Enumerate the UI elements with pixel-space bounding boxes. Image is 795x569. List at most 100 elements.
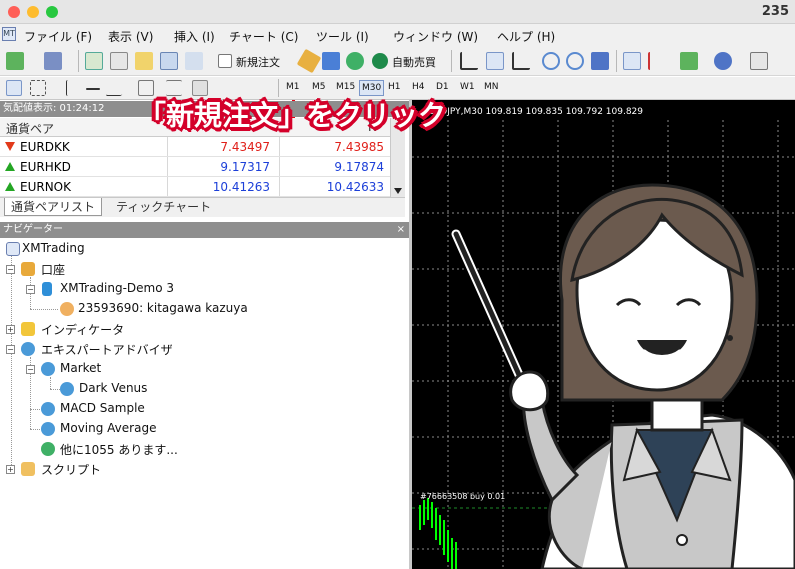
terminal-icon[interactable] (160, 52, 178, 70)
collapse-icon[interactable]: − (26, 365, 35, 374)
timeframe-d1[interactable]: D1 (436, 82, 449, 92)
timeframe-h1[interactable]: H1 (388, 82, 401, 92)
expert-icon (41, 402, 55, 416)
market-folder-icon (41, 362, 55, 376)
new-chart-icon[interactable] (6, 52, 24, 70)
menu-view[interactable]: 表示 (V) (108, 28, 153, 45)
bar-chart-icon[interactable] (460, 52, 478, 70)
tree-line (50, 389, 60, 390)
tile-windows-icon[interactable] (591, 52, 609, 70)
accounts-icon (21, 262, 35, 276)
tab-tick-chart[interactable]: ティックチャート (110, 198, 217, 216)
auto-trading-button[interactable]: 自動売買 (392, 54, 436, 70)
toolbar-separator (78, 50, 79, 72)
new-order-button-label[interactable]: 新規注文 (236, 54, 280, 70)
templates-icon[interactable] (750, 52, 768, 70)
tree-line (30, 309, 58, 310)
tree-line (50, 377, 51, 389)
timeframe-w1[interactable]: W1 (460, 82, 475, 92)
collapse-icon[interactable]: − (26, 285, 35, 294)
nav-indicators[interactable]: インディケータ (41, 321, 124, 338)
community-icon[interactable] (346, 52, 364, 70)
nav-server[interactable]: XMTrading-Demo 3 (60, 281, 174, 295)
indicators-icon (21, 322, 35, 336)
market-watch-row[interactable]: EURHKD 9.17317 9.17874 (0, 157, 405, 177)
timeframe-m15[interactable]: M15 (336, 82, 355, 92)
tree-line (30, 409, 40, 410)
menu-help[interactable]: ヘルプ (H) (497, 28, 555, 45)
close-window-button[interactable] (8, 6, 20, 18)
timeframe-m1[interactable]: M1 (286, 82, 300, 92)
menu-bar: MT ファイル (F) 表示 (V) 挿入 (I) チャート (C) ツール (… (0, 24, 795, 46)
tree-line (11, 256, 12, 469)
nav-market[interactable]: Market (60, 361, 101, 375)
expert-icon (41, 422, 55, 436)
indicators-icon[interactable] (680, 52, 698, 70)
server-icon (42, 282, 52, 296)
nav-more[interactable]: 他に1055 あります... (60, 441, 178, 458)
expand-icon[interactable]: + (6, 325, 15, 334)
menu-insert[interactable]: 挿入 (I) (174, 28, 215, 45)
candlestick-chart-icon[interactable] (486, 52, 504, 70)
expand-icon[interactable]: + (6, 465, 15, 474)
market-watch-row[interactable]: EURDKK 7.43497 7.43985 (0, 137, 405, 157)
bid-price: 10.41263 (212, 180, 270, 194)
scroll-down-icon[interactable] (394, 188, 402, 194)
market-watch-row[interactable]: EURNOK 10.41263 10.42633 (0, 177, 405, 197)
tab-symbols[interactable]: 通貨ペアリスト (4, 198, 103, 216)
crosshair-icon[interactable] (30, 80, 46, 96)
user-icon (60, 302, 74, 316)
zoom-out-icon[interactable] (566, 52, 584, 70)
menu-chart[interactable]: チャート (C) (229, 28, 298, 45)
periods-icon[interactable] (714, 52, 732, 70)
app-icon: MT (2, 27, 16, 41)
profiles-icon[interactable] (44, 52, 62, 70)
symbol-name: EURNOK (20, 180, 71, 194)
metaeditor-icon[interactable] (296, 48, 322, 74)
timeframe-mn[interactable]: MN (484, 82, 499, 92)
chart-shift-icon[interactable] (648, 52, 666, 70)
timeframe-m5[interactable]: M5 (312, 82, 326, 92)
window-title: 235 (761, 4, 789, 19)
nav-moving-average[interactable]: Moving Average (60, 421, 156, 435)
menu-window[interactable]: ウィンドウ (W) (393, 28, 478, 45)
navigator-icon[interactable] (135, 52, 153, 70)
toolbar-separator (451, 50, 452, 72)
globe-icon (41, 442, 55, 456)
column-symbol[interactable]: 通貨ペア (6, 120, 54, 137)
strategy-tester-icon[interactable] (185, 52, 203, 70)
trendline-icon[interactable] (105, 80, 131, 96)
market-watch-tabs: 通貨ペアリスト ティックチャート (0, 197, 405, 217)
horizontal-line-icon[interactable] (86, 88, 100, 90)
market-watch-icon[interactable] (85, 52, 103, 70)
navigator-panel: XMTrading − 口座 − XMTrading-Demo 3 235936… (0, 238, 409, 569)
nav-dark-venus[interactable]: Dark Venus (79, 381, 147, 395)
symbol-name: EURDKK (20, 140, 70, 154)
nav-account[interactable]: 23593690: kitagawa kazuya (78, 301, 248, 315)
ask-price: 9.17874 (334, 160, 384, 174)
instruction-callout: 「新規注文」をクリック (138, 99, 447, 132)
nav-root-xmtrading[interactable]: XMTrading (22, 241, 85, 255)
collapse-icon[interactable]: − (6, 265, 15, 274)
nav-accounts[interactable]: 口座 (41, 261, 65, 278)
zoom-window-button[interactable] (46, 6, 58, 18)
nav-macd-sample[interactable]: MACD Sample (60, 401, 145, 415)
vertical-line-icon[interactable] (66, 80, 70, 96)
menu-file[interactable]: ファイル (F) (24, 28, 92, 45)
collapse-icon[interactable]: − (6, 345, 15, 354)
menu-tools[interactable]: ツール (I) (316, 28, 369, 45)
timeframe-h4[interactable]: H4 (412, 82, 425, 92)
zoom-in-icon[interactable] (542, 52, 560, 70)
line-chart-icon[interactable] (512, 52, 530, 70)
toolbar-separator (616, 50, 617, 72)
minimize-window-button[interactable] (27, 6, 39, 18)
crosshair-move-icon[interactable] (110, 52, 128, 70)
nav-scripts[interactable]: スクリプト (41, 461, 101, 478)
tree-line (30, 429, 40, 430)
nav-expert-advisors[interactable]: エキスパートアドバイザ (41, 341, 173, 358)
signals-icon[interactable] (322, 52, 340, 70)
expert-icon (60, 382, 74, 396)
auto-scroll-icon[interactable] (623, 52, 641, 70)
close-icon[interactable]: × (397, 222, 405, 238)
cursor-icon[interactable] (6, 80, 22, 96)
